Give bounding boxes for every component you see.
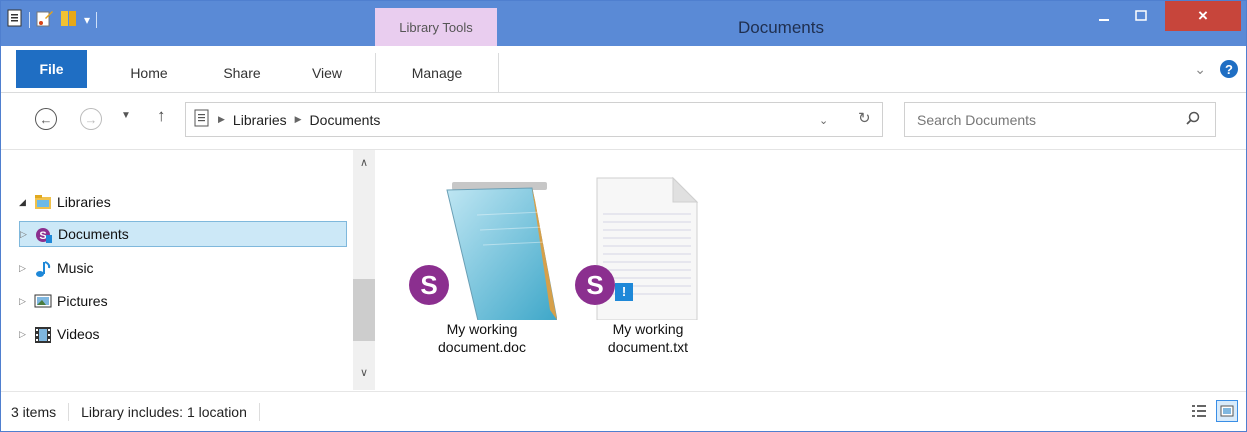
minimize-icon <box>1099 19 1109 21</box>
ribbon-right-controls: ⌄ ? <box>1194 60 1238 78</box>
new-document-icon[interactable] <box>36 9 54 30</box>
maximize-icon <box>1135 10 1147 21</box>
search-icon[interactable] <box>1185 111 1201 130</box>
customize-qat-icon[interactable]: ▾ <box>84 13 90 27</box>
up-arrow-icon[interactable]: ↑ <box>157 106 166 126</box>
arrow-right-icon: → <box>84 111 98 127</box>
arrow-left-icon: ← <box>39 111 53 127</box>
status-separator <box>68 403 70 421</box>
collapsed-arrow-icon[interactable]: ▷ <box>19 329 31 340</box>
libraries-icon <box>34 194 52 210</box>
tab-share[interactable]: Share <box>207 53 277 93</box>
file-item-doc[interactable]: S My working document.doc <box>407 170 557 356</box>
close-button[interactable]: × <box>1165 1 1241 31</box>
file-name-line2: document.txt <box>607 339 689 355</box>
forward-button[interactable]: → <box>80 108 102 130</box>
scroll-down-icon[interactable]: ∨ <box>353 366 375 379</box>
tab-home[interactable]: Home <box>114 53 184 93</box>
qat-separator-2 <box>96 11 98 28</box>
status-item-count: 3 items <box>11 404 57 420</box>
nav-item-music[interactable]: ▷ Music <box>19 255 94 281</box>
collapsed-arrow-icon[interactable]: ▷ <box>19 263 31 274</box>
large-icons-view-button[interactable] <box>1216 400 1238 422</box>
file-name-line1: My working <box>612 321 684 337</box>
tab-file[interactable]: File <box>16 50 87 88</box>
nav-scrollbar[interactable]: ∧ ∨ <box>353 150 375 390</box>
file-name-line1: My working <box>446 321 518 337</box>
scroll-up-icon[interactable]: ∧ <box>353 156 375 169</box>
details-view-icon <box>1192 405 1206 417</box>
notepad-icon: S <box>407 170 557 320</box>
documents-library-icon: S <box>35 226 53 243</box>
nav-item-videos[interactable]: ▷ Videos <box>19 321 100 347</box>
status-separator-2 <box>258 403 260 421</box>
pictures-icon <box>34 293 52 309</box>
tab-manage[interactable]: Manage <box>375 53 499 93</box>
close-icon: × <box>1198 6 1208 25</box>
nav-item-documents[interactable]: ▷ S Documents <box>19 221 347 247</box>
title-bar: ▾ Library Tools Documents × <box>1 1 1246 46</box>
help-icon[interactable]: ? <box>1220 60 1238 78</box>
nav-label-libraries: Libraries <box>57 194 111 210</box>
nav-item-libraries[interactable]: ◢ Libraries <box>19 189 111 215</box>
nav-label-documents: Documents <box>58 226 129 242</box>
nav-label-videos: Videos <box>57 326 100 342</box>
text-file-icon: S ! <box>573 170 723 320</box>
collapsed-arrow-icon[interactable]: ▷ <box>19 296 31 307</box>
recent-locations-icon[interactable]: ▼ <box>121 110 131 121</box>
nav-label-pictures: Pictures <box>57 293 108 309</box>
window-title: Documents <box>738 18 824 37</box>
quick-access-toolbar: ▾ <box>7 9 98 30</box>
music-icon <box>34 260 52 277</box>
maximize-button[interactable] <box>1124 1 1158 31</box>
qat-separator <box>29 11 30 28</box>
view-toggle <box>1188 400 1238 422</box>
explorer-window: ▾ Library Tools Documents × File Home Sh… <box>0 0 1247 432</box>
nav-item-pictures[interactable]: ▷ Pictures <box>19 288 108 314</box>
scroll-thumb[interactable] <box>353 279 375 341</box>
ribbon: File Home Share View Manage ⌄ ? <box>1 46 1246 93</box>
sync-status-badge: S <box>409 265 449 305</box>
address-location-icon <box>194 109 210 130</box>
nav-label-music: Music <box>57 260 94 276</box>
tab-view[interactable]: View <box>292 53 362 93</box>
videos-icon <box>34 326 52 343</box>
details-view-button[interactable] <box>1188 400 1210 422</box>
breadcrumb-documents[interactable]: Documents <box>310 112 381 128</box>
svg-text:S: S <box>39 230 46 242</box>
status-bar: 3 items Library includes: 1 location <box>1 391 1246 431</box>
search-box[interactable]: Search Documents <box>904 102 1216 137</box>
status-library-info: Library includes: 1 location <box>81 404 247 420</box>
context-tab-library-tools: Library Tools <box>375 8 497 46</box>
expand-ribbon-icon[interactable]: ⌄ <box>1194 61 1206 78</box>
search-input[interactable]: Search Documents <box>917 112 1036 128</box>
address-bar[interactable]: ▶ Libraries ▶ Documents <box>185 102 883 137</box>
navigation-pane: ◢ Libraries ▷ S Documents ▷ Music ▷ Pict… <box>1 150 376 390</box>
file-item-txt[interactable]: S ! My working document.txt <box>573 170 723 356</box>
breadcrumb-chevron-icon-2[interactable]: ▶ <box>295 114 302 125</box>
file-name-line2: document.doc <box>438 339 526 355</box>
back-button[interactable]: ← <box>35 108 57 130</box>
expanded-arrow-icon[interactable]: ◢ <box>19 197 31 208</box>
breadcrumb-chevron-icon[interactable]: ▶ <box>218 114 225 125</box>
sync-status-badge: S <box>575 265 615 305</box>
warning-icon: ! <box>615 283 633 301</box>
breadcrumb-libraries[interactable]: Libraries <box>233 112 287 128</box>
large-icons-view-icon <box>1220 405 1234 417</box>
address-row: ← → ▼ ↑ ▶ Libraries ▶ Documents ⌄ ↻ Sear… <box>1 93 1246 150</box>
refresh-icon[interactable]: ↻ <box>858 109 871 127</box>
address-dropdown-icon[interactable]: ⌄ <box>819 114 828 127</box>
collapsed-arrow-icon[interactable]: ▷ <box>20 229 32 240</box>
properties-icon[interactable] <box>7 9 23 30</box>
new-folder-icon[interactable] <box>60 9 78 30</box>
minimize-button[interactable] <box>1087 1 1121 31</box>
content-pane: S My working document.doc S ! My working… <box>377 150 1246 390</box>
